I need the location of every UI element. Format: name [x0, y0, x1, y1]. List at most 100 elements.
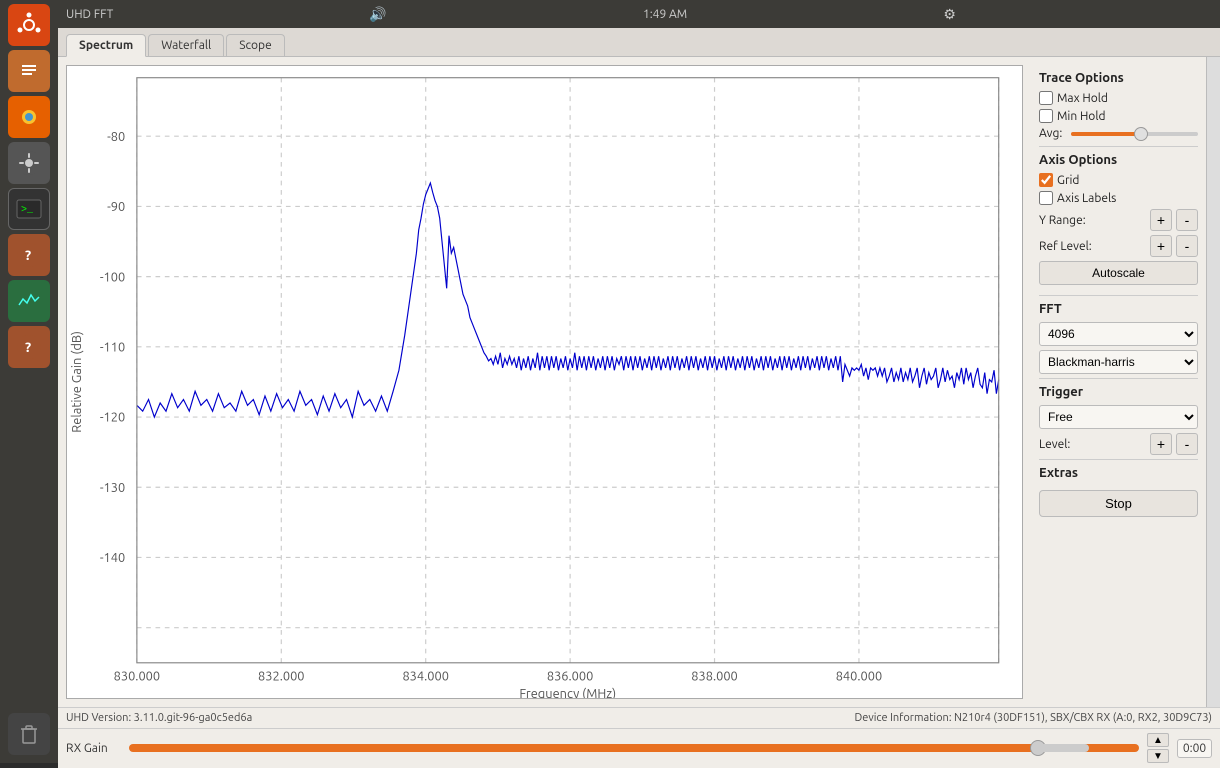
fft-title: FFT	[1039, 302, 1198, 316]
trigger-mode-row: FreeAutoNormal	[1039, 405, 1198, 429]
trigger-title: Trigger	[1039, 385, 1198, 399]
tab-scope[interactable]: Scope	[226, 34, 285, 56]
main-area: UHD FFT 🔊 1:49 AM ⚙ Spectrum Waterfall S…	[58, 0, 1220, 763]
chart-container: -80 -90 -100 -110 -120 -130 -140 830.000…	[58, 57, 1031, 707]
titlebar: UHD FFT 🔊 1:49 AM ⚙	[58, 0, 1220, 28]
stop-button[interactable]: Stop	[1039, 490, 1198, 517]
right-panel: Trace Options Max Hold Min Hold Avg: Axi…	[1031, 57, 1206, 707]
svg-text:-80: -80	[107, 130, 125, 144]
level-row: Level: + -	[1039, 433, 1198, 455]
rx-gain-thumb[interactable]	[1030, 740, 1046, 756]
min-hold-label: Min Hold	[1057, 110, 1106, 123]
sidebar: >_ ? ?	[0, 0, 58, 763]
svg-text:?: ?	[25, 247, 31, 263]
tab-waterfall[interactable]: Waterfall	[148, 34, 224, 56]
tab-spectrum[interactable]: Spectrum	[66, 34, 146, 57]
info-bar: UHD Version: 3.11.0.git-96-ga0c5ed6a Dev…	[58, 707, 1220, 728]
sidebar-icon-settings[interactable]	[8, 142, 50, 184]
rx-gain-bar: RX Gain ▲ ▼ 0:00	[58, 728, 1220, 768]
divider-1	[1039, 146, 1198, 147]
trace-options-title: Trace Options	[1039, 71, 1198, 85]
axis-options-title: Axis Options	[1039, 153, 1198, 167]
sidebar-icon-trash[interactable]	[8, 713, 50, 755]
device-info: Device Information: N210r4 (30DF151), SB…	[855, 712, 1212, 724]
ref-level-row: Ref Level: + -	[1039, 235, 1198, 257]
svg-text:Relative Gain (dB): Relative Gain (dB)	[70, 331, 84, 433]
sidebar-icon-help[interactable]: ?	[8, 234, 50, 276]
fft-size-select[interactable]: 2565121024204840968192	[1039, 322, 1198, 346]
y-range-row: Y Range: + -	[1039, 209, 1198, 231]
grid-checkbox[interactable]	[1039, 173, 1053, 187]
sidebar-icon-terminal[interactable]: >_	[8, 188, 50, 230]
sidebar-icon-firefox[interactable]	[8, 96, 50, 138]
content: Spectrum Waterfall Scope	[58, 28, 1220, 768]
tabs: Spectrum Waterfall Scope	[58, 28, 1220, 57]
svg-text:-130: -130	[100, 481, 125, 495]
autoscale-button[interactable]: Autoscale	[1039, 261, 1198, 285]
svg-text:-100: -100	[100, 270, 125, 284]
divider-3	[1039, 378, 1198, 379]
svg-text:-120: -120	[100, 411, 125, 425]
fft-window-row: Blackman-harrisHammingHannRectangularFla…	[1039, 350, 1198, 374]
svg-text:840.000: 840.000	[836, 669, 882, 683]
svg-text:Frequency (MHz): Frequency (MHz)	[519, 687, 616, 698]
extras-title: Extras	[1039, 466, 1198, 480]
min-hold-row: Min Hold	[1039, 109, 1198, 123]
level-minus-button[interactable]: -	[1176, 433, 1198, 455]
trigger-mode-select[interactable]: FreeAutoNormal	[1039, 405, 1198, 429]
rx-gain-value: 0:00	[1177, 739, 1212, 758]
divider-4	[1039, 459, 1198, 460]
avg-label: Avg:	[1039, 127, 1067, 140]
sidebar-icon-monitor[interactable]	[8, 280, 50, 322]
spectrum-svg: -80 -90 -100 -110 -120 -130 -140 830.000…	[67, 66, 1022, 698]
grid-row: Grid	[1039, 173, 1198, 187]
svg-text:832.000: 832.000	[258, 669, 304, 683]
axis-labels-row: Axis Labels	[1039, 191, 1198, 205]
max-hold-checkbox[interactable]	[1039, 91, 1053, 105]
svg-text:-110: -110	[100, 340, 125, 354]
right-scrollbar[interactable]	[1206, 57, 1220, 707]
axis-labels-label: Axis Labels	[1057, 192, 1116, 205]
sound-icon: 🔊	[369, 6, 386, 23]
ref-level-minus-button[interactable]: -	[1176, 235, 1198, 257]
avg-thumb[interactable]	[1134, 127, 1148, 141]
svg-text:-140: -140	[100, 551, 125, 565]
svg-text:>_: >_	[21, 205, 34, 216]
axis-labels-checkbox[interactable]	[1039, 191, 1053, 205]
y-range-label: Y Range:	[1039, 214, 1146, 227]
uhd-version: UHD Version: 3.11.0.git-96-ga0c5ed6a	[66, 712, 252, 724]
ref-level-plus-button[interactable]: +	[1150, 235, 1172, 257]
ref-level-label: Ref Level:	[1039, 240, 1146, 253]
fft-size-row: 2565121024204840968192	[1039, 322, 1198, 346]
svg-text:?: ?	[25, 339, 31, 355]
plot-panel: -80 -90 -100 -110 -120 -130 -140 830.000…	[58, 57, 1220, 707]
rx-gain-buttons: ▲ ▼	[1147, 733, 1169, 763]
avg-row: Avg:	[1039, 127, 1198, 140]
grid-label: Grid	[1057, 174, 1079, 187]
y-range-plus-button[interactable]: +	[1150, 209, 1172, 231]
max-hold-label: Max Hold	[1057, 92, 1108, 105]
settings-icon[interactable]: ⚙	[943, 6, 956, 23]
rx-gain-slider[interactable]	[129, 744, 1139, 752]
min-hold-checkbox[interactable]	[1039, 109, 1053, 123]
svg-text:836.000: 836.000	[547, 669, 593, 683]
svg-text:838.000: 838.000	[691, 669, 737, 683]
chart-wrap[interactable]: -80 -90 -100 -110 -120 -130 -140 830.000…	[66, 65, 1023, 699]
divider-2	[1039, 295, 1198, 296]
max-hold-row: Max Hold	[1039, 91, 1198, 105]
sidebar-icon-files[interactable]	[8, 50, 50, 92]
sidebar-icon-ubuntu[interactable]	[8, 4, 50, 46]
level-label: Level:	[1039, 438, 1146, 451]
rx-gain-down-button[interactable]: ▼	[1147, 749, 1169, 763]
fft-window-select[interactable]: Blackman-harrisHammingHannRectangularFla…	[1039, 350, 1198, 374]
avg-slider[interactable]	[1071, 132, 1198, 136]
rx-gain-label: RX Gain	[66, 742, 121, 755]
svg-text:830.000: 830.000	[114, 669, 160, 683]
svg-text:834.000: 834.000	[402, 669, 448, 683]
sidebar-icon-help2[interactable]: ?	[8, 326, 50, 368]
rx-gain-up-button[interactable]: ▲	[1147, 733, 1169, 747]
level-plus-button[interactable]: +	[1150, 433, 1172, 455]
y-range-minus-button[interactable]: -	[1176, 209, 1198, 231]
time-display: 1:49 AM	[643, 8, 687, 21]
svg-text:-90: -90	[107, 200, 125, 214]
